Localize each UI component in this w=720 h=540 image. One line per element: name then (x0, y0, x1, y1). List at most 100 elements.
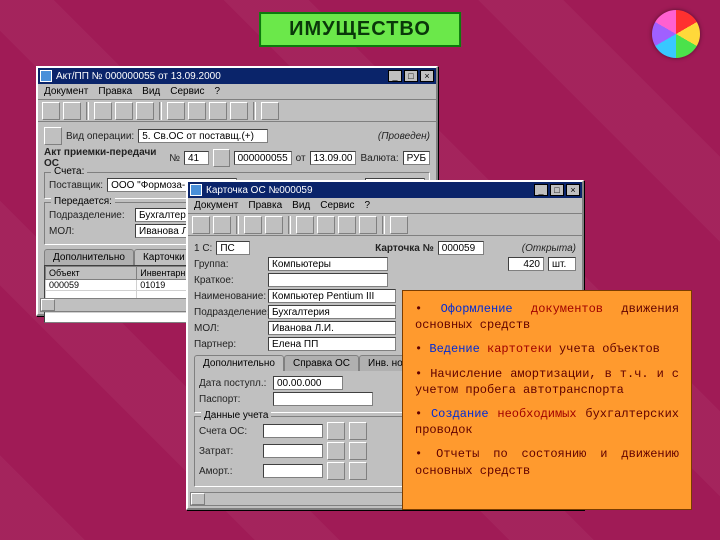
maximize-button[interactable]: □ (404, 70, 418, 82)
window-title: Акт/ПП № 000000055 от 13.09.2000 (56, 71, 221, 82)
titlebar[interactable]: Карточка ОС №000059 _ □ × (188, 182, 582, 198)
date-field[interactable]: 13.09.00 (310, 151, 357, 165)
menu-view[interactable]: Вид (292, 200, 310, 211)
passport-field[interactable] (273, 392, 373, 406)
menu-document[interactable]: Документ (44, 86, 88, 97)
cost-field[interactable] (263, 444, 323, 458)
mol-field[interactable]: Иванова Л.И. (268, 321, 396, 335)
short-label: Краткое: (194, 275, 264, 286)
app-icon (40, 70, 52, 82)
short-field[interactable] (268, 273, 388, 287)
cut-icon[interactable] (244, 216, 262, 234)
menu-help[interactable]: ? (215, 86, 221, 97)
toolbar-separator (236, 216, 239, 234)
nav-first-icon[interactable] (296, 216, 314, 234)
card-status: (Открыта) (522, 243, 576, 254)
dept-label: Подразделение: (49, 210, 131, 221)
tab-additional[interactable]: Дополнительно (44, 249, 134, 265)
titlebar[interactable]: Акт/ПП № 000000055 от 13.09.2000 _ □ × (38, 68, 436, 84)
lookup-icon[interactable] (327, 462, 345, 480)
passport-label: Паспорт: (199, 394, 269, 405)
nav-last-icon[interactable] (230, 102, 248, 120)
toolbar-separator (159, 102, 162, 120)
exit-icon[interactable] (261, 102, 279, 120)
close-button[interactable]: × (566, 184, 580, 196)
head-field[interactable]: ПС (216, 241, 250, 255)
card-no-field[interactable]: 000059 (438, 241, 484, 255)
paste-icon[interactable] (136, 102, 154, 120)
card-label: Карточка № (375, 243, 434, 254)
act-no-field[interactable]: 41 (184, 151, 209, 165)
dept-field[interactable]: Бухгалтерия (268, 305, 396, 319)
toolbar-separator (86, 102, 89, 120)
currency-field[interactable]: РУБ (403, 151, 430, 165)
nav-next-icon[interactable] (209, 102, 227, 120)
clear-icon[interactable] (349, 422, 367, 440)
lookup-icon[interactable] (327, 422, 345, 440)
cell[interactable]: 000059 (46, 280, 137, 291)
page-title: ИМУЩЕСТВО (259, 12, 461, 47)
save-icon[interactable] (42, 102, 60, 120)
cost-label: Затрат: (199, 446, 259, 457)
dept-label: Подразделение: (194, 307, 264, 318)
menu-service[interactable]: Сервис (320, 200, 354, 211)
nav-first-icon[interactable] (167, 102, 185, 120)
minimize-button[interactable]: _ (534, 184, 548, 196)
maximize-button[interactable]: □ (550, 184, 564, 196)
head-label: 1 С: (194, 243, 212, 254)
menu-help[interactable]: ? (365, 200, 371, 211)
amort-field[interactable] (263, 464, 323, 478)
nav-prev-icon[interactable] (188, 102, 206, 120)
window-title: Карточка ОС №000059 (206, 185, 313, 196)
save-icon[interactable] (192, 216, 210, 234)
lookup-icon[interactable] (44, 127, 62, 145)
menu-edit[interactable]: Правка (98, 86, 132, 97)
clear-icon[interactable] (349, 462, 367, 480)
feature-item: Оформление документов движения основных … (415, 301, 679, 333)
print-icon[interactable] (213, 216, 231, 234)
acc-field[interactable] (263, 424, 323, 438)
partner-field[interactable]: Елена ПП (268, 337, 396, 351)
mol-label: МОЛ: (49, 226, 131, 237)
tab-additional[interactable]: Дополнительно (194, 355, 284, 371)
menu-service[interactable]: Сервис (170, 86, 204, 97)
lookup-icon[interactable] (327, 442, 345, 460)
copy-icon[interactable] (115, 102, 133, 120)
toolbar-separator (382, 216, 385, 234)
scroll-left-icon[interactable] (41, 299, 55, 311)
close-button[interactable]: × (420, 70, 434, 82)
date-in-field[interactable]: 00.00.000 (273, 376, 343, 390)
code-field[interactable]: 000000055 (234, 151, 292, 165)
group-label: Группа: (194, 259, 264, 270)
menubar: Документ Правка Вид Сервис ? (38, 84, 436, 100)
partner-label: Поставщик: (49, 180, 103, 191)
unit-field[interactable]: шт. (548, 257, 576, 271)
operation-field[interactable]: 5. Св.ОС от поставщ.(+) (138, 129, 268, 143)
group-field[interactable]: Компьютеры (268, 257, 388, 271)
menu-view[interactable]: Вид (142, 86, 160, 97)
copy-icon[interactable] (265, 216, 283, 234)
mol-label: МОЛ: (194, 323, 264, 334)
print-icon[interactable] (63, 102, 81, 120)
amort-label: Аморт.: (199, 466, 259, 477)
clear-icon[interactable] (349, 442, 367, 460)
feature-list: Оформление документов движения основных … (402, 290, 692, 510)
menu-document[interactable]: Документ (194, 200, 238, 211)
cut-icon[interactable] (94, 102, 112, 120)
tab-reference[interactable]: Справка ОС (284, 355, 359, 371)
menu-edit[interactable]: Правка (248, 200, 282, 211)
calendar-icon[interactable] (213, 149, 230, 167)
qty-field[interactable]: 420 (508, 257, 544, 271)
grid-col-object[interactable]: Объект (46, 267, 137, 280)
act-no-label: № (169, 153, 180, 164)
feature-item: Начисление амортизации, в т.ч. и с учето… (415, 366, 679, 398)
color-wheel-logo (652, 10, 700, 58)
nav-prev-icon[interactable] (317, 216, 335, 234)
exit-icon[interactable] (390, 216, 408, 234)
minimize-button[interactable]: _ (388, 70, 402, 82)
nav-next-icon[interactable] (338, 216, 356, 234)
nav-last-icon[interactable] (359, 216, 377, 234)
name-field[interactable]: Компьютер Pentium III (268, 289, 396, 303)
scroll-left-icon[interactable] (191, 493, 205, 505)
acc-label: Счета ОС: (199, 426, 259, 437)
